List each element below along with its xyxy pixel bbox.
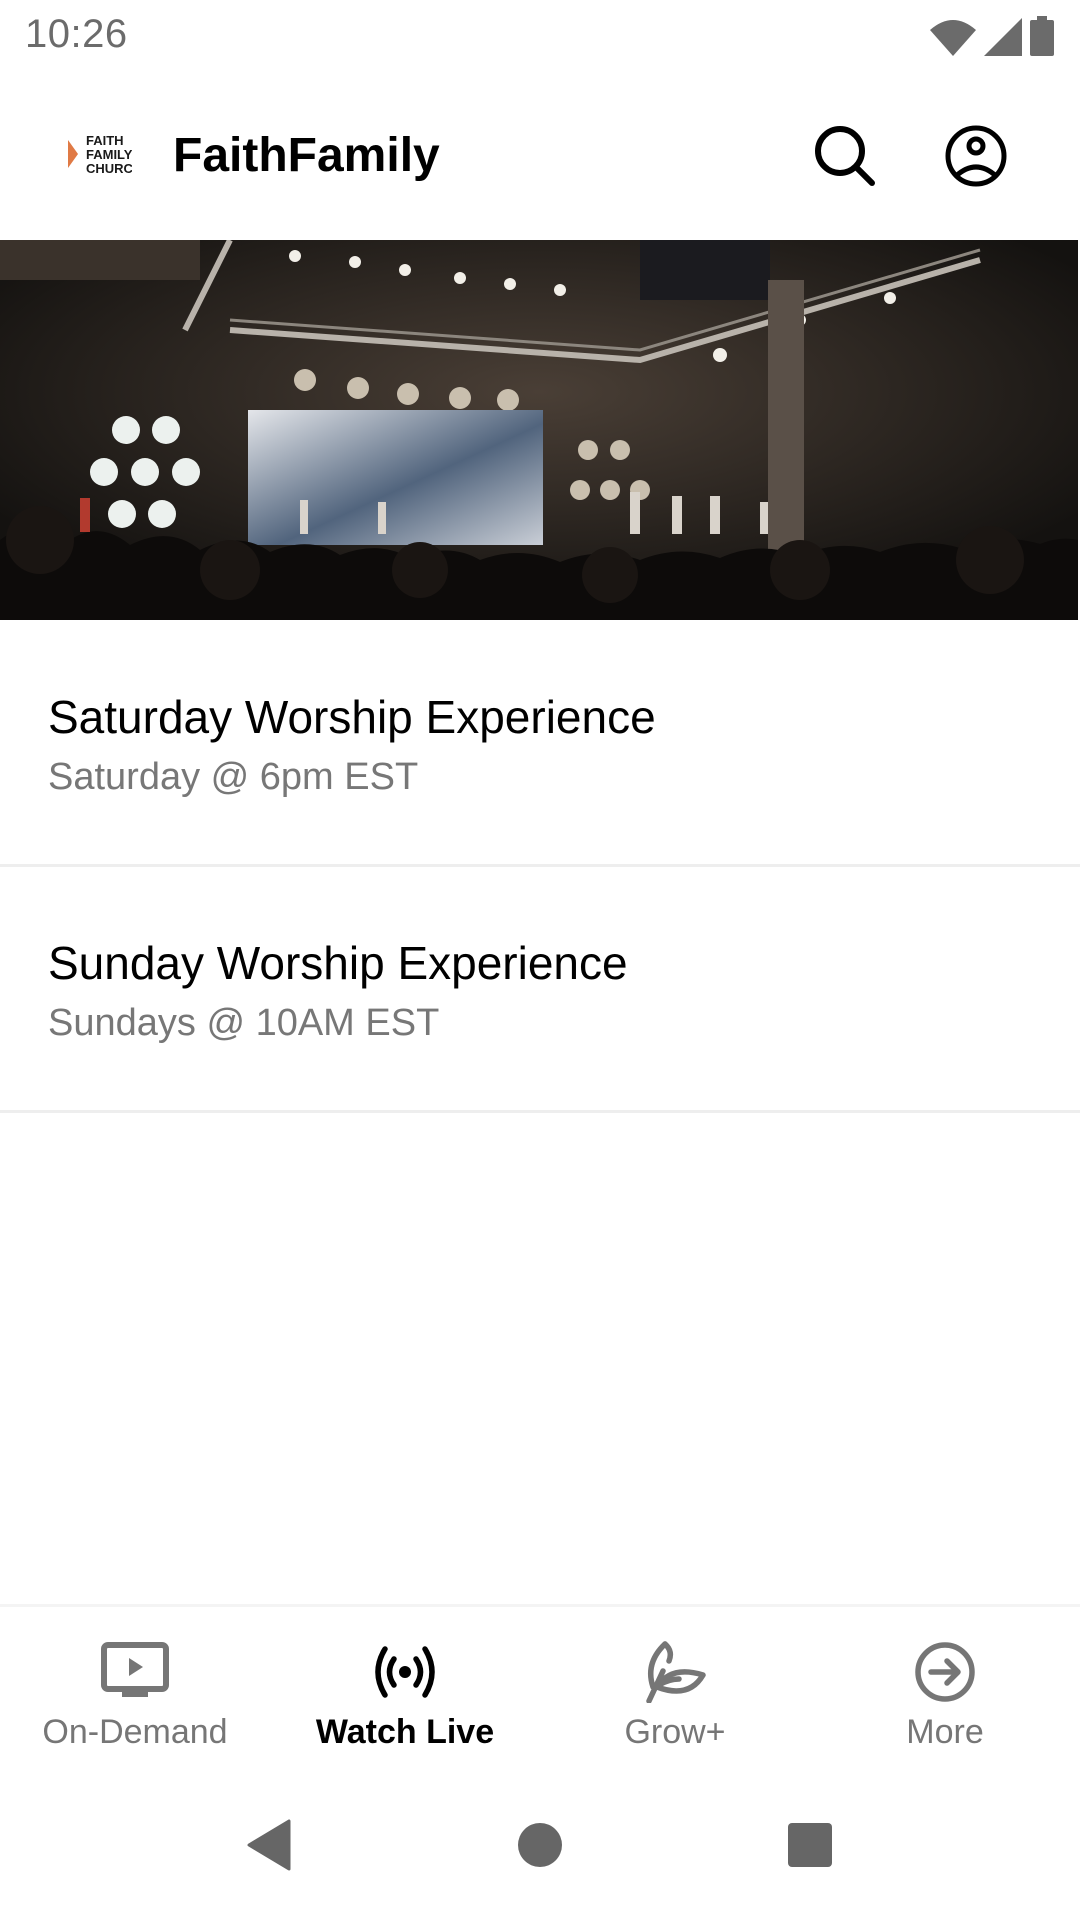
status-bar: 10:26	[0, 0, 1080, 76]
profile-button[interactable]	[938, 118, 1014, 194]
battery-icon	[1030, 16, 1054, 56]
account-circle-icon	[945, 125, 1007, 187]
leaf-icon	[640, 1637, 710, 1707]
worship-stage-image	[0, 240, 1078, 620]
recents-square-icon	[788, 1823, 832, 1867]
stream-title: Sunday Worship Experience	[48, 937, 628, 989]
hero-banner	[0, 240, 1078, 620]
system-back-button[interactable]	[228, 1810, 308, 1880]
search-icon	[815, 126, 875, 186]
tv-play-icon	[100, 1637, 170, 1707]
app-header: FAITH FAMILY CHURCH FaithFamily	[0, 76, 1080, 240]
live-broadcast-icon	[370, 1637, 440, 1707]
system-navigation-bar	[0, 1770, 1080, 1920]
logo-text: FAITH FAMILY CHURCH	[86, 134, 132, 176]
system-home-button[interactable]	[500, 1810, 580, 1880]
nav-label: Watch Live	[315, 1713, 495, 1751]
app-title: FaithFamily	[173, 129, 440, 182]
nav-tab-on-demand[interactable]: On-Demand	[0, 1607, 270, 1773]
nav-label: On-Demand	[42, 1713, 228, 1751]
church-logo[interactable]: FAITH FAMILY CHURCH	[68, 132, 132, 180]
wifi-icon	[930, 20, 976, 56]
back-triangle-icon	[247, 1819, 291, 1871]
nav-tab-more[interactable]: More	[810, 1607, 1080, 1773]
cellular-signal-icon	[984, 18, 1022, 56]
status-icons	[930, 16, 1054, 56]
nav-tab-watch-live[interactable]: Watch Live	[270, 1607, 540, 1773]
logo-mark-icon	[68, 140, 78, 168]
home-circle-icon	[518, 1823, 562, 1867]
bottom-navigation: On-Demand Watch Live Grow+ More	[0, 1604, 1080, 1773]
search-button[interactable]	[808, 118, 884, 194]
nav-label: More	[906, 1713, 984, 1751]
status-time: 10:26	[25, 12, 128, 56]
system-recents-button[interactable]	[770, 1810, 850, 1880]
nav-label: Grow+	[624, 1713, 726, 1751]
stream-schedule: Sundays @ 10AM EST	[48, 1002, 440, 1044]
nav-tab-grow[interactable]: Grow+	[540, 1607, 810, 1773]
stream-schedule: Saturday @ 6pm EST	[48, 756, 419, 798]
stream-title: Saturday Worship Experience	[48, 691, 656, 743]
stream-list-item[interactable]: Saturday Worship Experience Saturday @ 6…	[0, 620, 1080, 867]
arrow-circle-right-icon	[910, 1637, 980, 1707]
stream-list-item[interactable]: Sunday Worship Experience Sundays @ 10AM…	[0, 866, 1080, 1113]
